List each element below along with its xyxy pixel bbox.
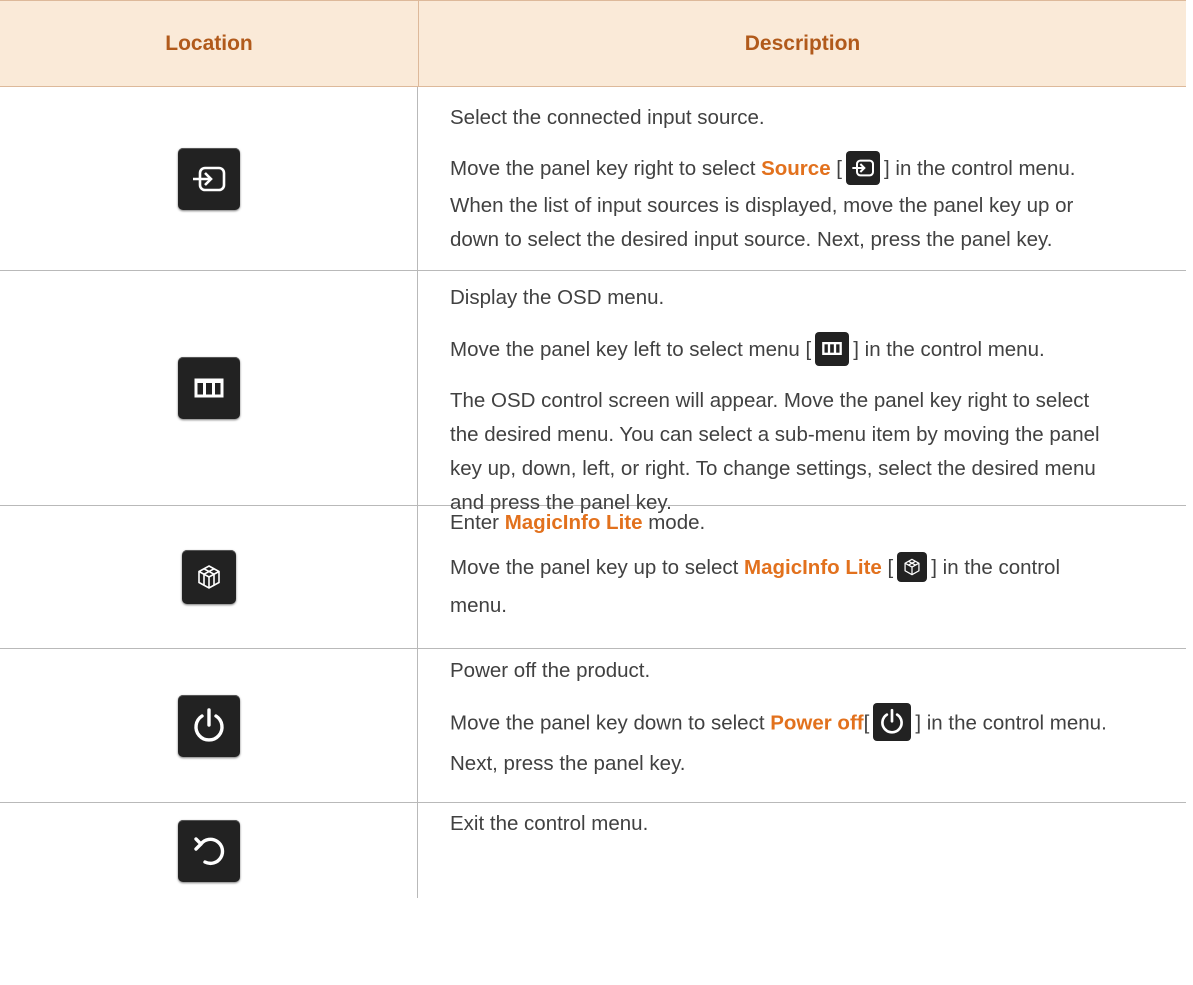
description-cell: Enter MagicInfo Lite mode. Move the pane… [418,506,1186,648]
desc-line: Next, press the panel key. [450,752,686,775]
desc-line: Exit the control menu. [450,812,649,835]
desc-line: Power off the product. [450,659,651,682]
highlight-magicinfo: MagicInfo Lite [744,556,882,579]
desc-line: Enter MagicInfo Lite mode. [450,511,706,534]
magicinfo-icon [181,550,236,604]
description-cell: Display the OSD menu. Move the panel key… [418,271,1186,514]
location-cell [0,87,418,270]
control-keys-table: Location Description Select the connecte… [0,0,1186,898]
table-header: Location Description [0,0,1186,87]
menu-icon [815,331,850,366]
source-icon [177,147,240,210]
magicinfo-icon [897,551,928,582]
location-cell [0,506,418,648]
highlight-power-off: Power off [770,711,864,735]
desc-line: When the list of input sources is displa… [450,193,1074,217]
table-row: Display the OSD menu. Move the panel key… [0,271,1186,514]
location-cell [0,271,418,505]
desc-line: The OSD control screen will appear. Move… [450,388,1090,412]
desc-line: Select the connected input source. [450,106,765,129]
description-cell: Select the connected input source. Move … [418,87,1186,270]
desc-line: Move the panel key left to select menu [… [450,331,1186,368]
location-cell [0,803,418,898]
header-location: Location [0,1,419,86]
desc-line: the desired menu. You can select a sub-m… [450,422,1100,446]
desc-line: Move the panel key up to select MagicInf… [450,551,1186,585]
power-icon [177,694,240,757]
location-cell [0,649,418,802]
description-cell: Exit the control menu. [418,803,1186,898]
highlight-magicinfo: MagicInfo Lite [504,511,643,534]
header-description: Description [744,31,861,55]
description-cell: Power off the product. Move the panel ke… [418,649,1186,802]
highlight-source: Source [761,157,831,180]
table-row: Exit the control menu. [0,803,1186,898]
desc-line: key up, down, left, or right. To change … [450,456,1096,480]
table-row: Select the connected input source. Move … [0,87,1186,271]
source-icon [846,150,880,185]
desc-line: Move the panel key right to select Sourc… [450,150,1186,187]
desc-line: Move the panel key down to select Power … [450,703,1186,743]
desc-line: Display the OSD menu. [450,286,665,309]
menu-icon [177,357,240,419]
desc-line: down to select the desired input source.… [450,227,1053,251]
desc-line: menu. [450,594,507,617]
return-icon [177,819,240,882]
table-row: Power off the product. Move the panel ke… [0,649,1186,803]
power-icon [873,703,912,741]
table-row: Enter MagicInfo Lite mode. Move the pane… [0,506,1186,649]
